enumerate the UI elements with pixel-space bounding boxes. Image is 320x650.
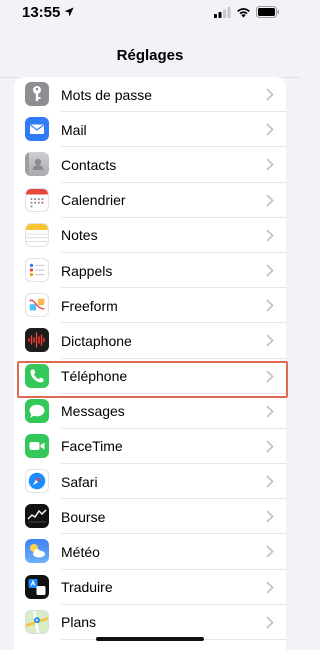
chevron-right-icon [266,580,274,594]
row-label: Notes [61,227,98,244]
settings-row-weather[interactable]: Météo [14,534,286,570]
row-label: Rappels [61,262,113,279]
row-label: Bourse [61,508,106,525]
chevron-right-icon [266,123,274,136]
settings-row-messages[interactable]: Messages [14,394,286,429]
row-label: Plans [61,614,97,631]
voice-memos-icon [25,328,49,353]
row-label: Contacts [61,156,117,173]
calendar-icon [25,187,49,212]
settings-row-voice-memos[interactable]: Dictaphone [14,323,286,359]
row-label: Mots de passe [61,86,153,103]
stocks-icon [25,504,49,529]
row-label: FaceTime [61,438,123,455]
reminders-icon [25,257,49,282]
contacts-icon [25,152,49,177]
row-label: Safari [61,473,98,490]
cellular-signal-icon [214,6,231,18]
settings-row-notes[interactable]: Notes [14,218,286,253]
status-indicators [214,6,280,18]
home-indicator[interactable] [96,637,204,641]
chevron-right-icon [266,510,274,523]
weather-icon [25,539,49,564]
chevron-right-icon [266,299,274,312]
freeform-icon [25,293,49,318]
safari-icon [25,469,49,494]
translate-icon [25,574,49,599]
row-label: Messages [61,403,125,420]
settings-row-stocks[interactable]: Bourse [14,499,286,535]
settings-row-maps[interactable]: Plans [14,605,286,640]
settings-list: Mots de passe Mail Contacts Calendrier N… [14,77,286,650]
clock-text: 13:55 [22,3,61,21]
settings-row-reminders[interactable]: Rappels [14,253,286,289]
settings-row-calendar[interactable]: Calendrier [14,183,286,218]
status-bar: 13:55 [0,0,300,44]
row-label: Mail [61,121,87,138]
notes-icon [25,222,49,247]
battery-icon [256,6,279,18]
settings-row-safari[interactable]: Safari [14,464,286,500]
settings-row-contacts[interactable]: Contacts [14,147,286,183]
chevron-right-icon [266,440,274,453]
row-label: Calendrier [61,192,126,209]
key-icon [25,82,49,106]
chevron-right-icon [266,369,274,383]
settings-row-phone[interactable]: Téléphone [14,359,286,394]
chevron-right-icon [266,264,274,277]
settings-row-passwords[interactable]: Mots de passe [14,77,286,113]
facetime-icon [25,433,49,458]
phone-icon [25,363,49,388]
chevron-right-icon [266,88,274,101]
row-label: Freeform [61,297,118,314]
page-title: Réglages [116,47,184,64]
chevron-right-icon [266,475,274,488]
location-arrow-icon [64,7,74,17]
chevron-right-icon [266,193,274,207]
row-label: Téléphone [61,368,128,385]
row-label: Traduire [61,579,113,596]
messages-icon [25,398,49,423]
mail-icon [25,117,49,142]
settings-row-freeform[interactable]: Freeform [14,288,286,324]
settings-row-mail[interactable]: Mail [14,112,286,148]
row-label: Dictaphone [61,332,132,349]
chevron-right-icon [266,616,274,629]
row-label: Météo [61,544,100,561]
chevron-right-icon [266,229,274,242]
settings-row-translate[interactable]: Traduire [14,570,286,605]
status-time: 13:55 [22,4,74,21]
chevron-right-icon [266,405,274,418]
settings-row-facetime[interactable]: FaceTime [14,429,286,465]
maps-icon [25,609,49,634]
chevron-right-icon [266,545,274,559]
wifi-icon [237,7,250,17]
chevron-right-icon [266,334,274,347]
chevron-right-icon [266,158,274,172]
